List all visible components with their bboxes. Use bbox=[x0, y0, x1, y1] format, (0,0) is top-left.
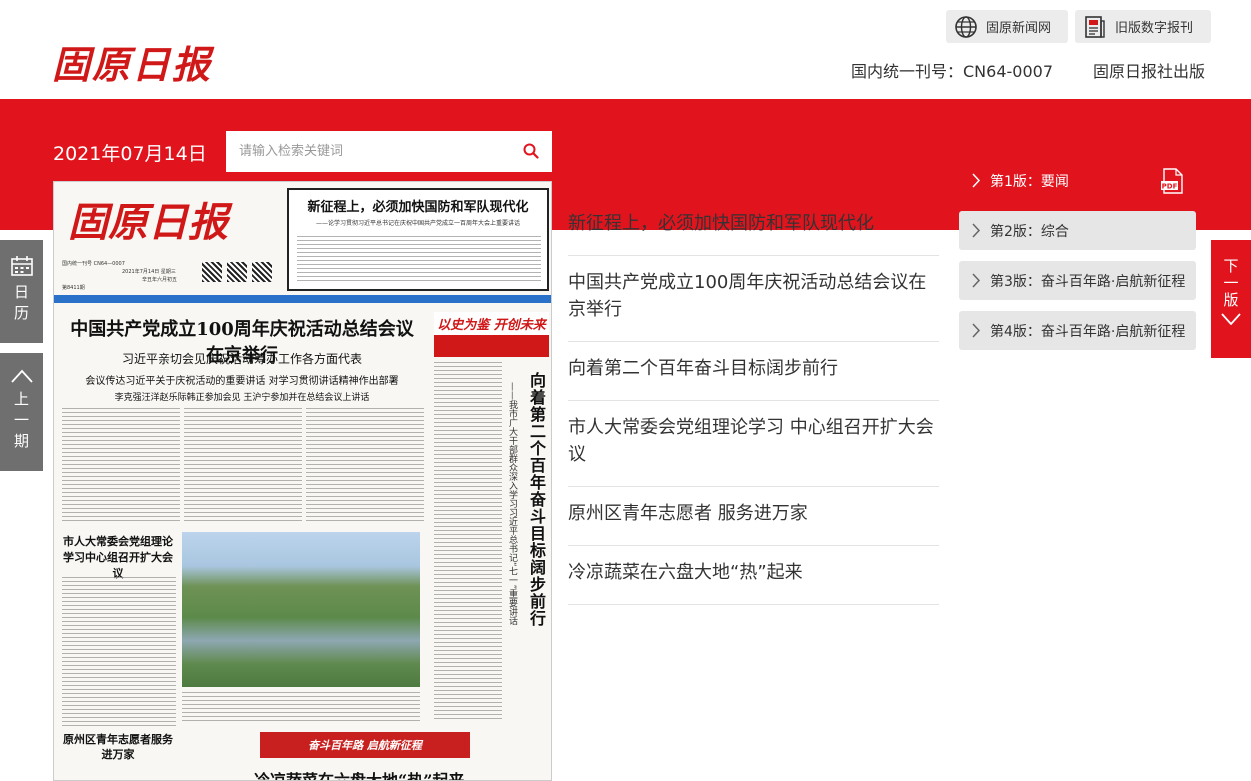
page-nav-item-1[interactable]: 第1版：要闻 PDF bbox=[959, 161, 1196, 200]
paper-text-block bbox=[62, 577, 176, 727]
paper-column-banner-bar bbox=[434, 335, 549, 357]
page: 固原日报 固原新闻网 旧版数字报刊 国内统一刊号：CN64-0007 固原日报社… bbox=[0, 0, 1251, 781]
qr-code-icon bbox=[227, 262, 247, 282]
article-link[interactable]: 原州区青年志愿者 服务进万家 bbox=[568, 487, 939, 546]
paper-bottom-headline: 冷凉蔬菜在六盘大地“热”起来 bbox=[254, 771, 465, 781]
chevron-right-icon bbox=[972, 273, 981, 288]
paper-subheadline-2: 会议传达习近平关于庆祝活动的重要讲话 对学习贯彻讲话精神作出部署 bbox=[85, 376, 399, 387]
calendar-tab[interactable]: 日历 bbox=[0, 240, 43, 343]
page-nav-item-2[interactable]: 第2版：综合 bbox=[959, 211, 1196, 250]
globe-icon bbox=[955, 15, 977, 38]
news-site-label: 固原新闻网 bbox=[986, 21, 1052, 36]
qr-code-icon bbox=[252, 262, 272, 282]
article-link[interactable]: 市人大常委会党组理论学习 中心组召开扩大会议 bbox=[568, 401, 939, 487]
publisher-text: 固原日报社出版 bbox=[1093, 62, 1206, 81]
paper-meta-issue: 第8411期 bbox=[62, 285, 85, 291]
next-page-label: 下一版 bbox=[1221, 258, 1240, 309]
site-logo[interactable]: 固原日报 bbox=[52, 34, 212, 89]
paper-editorial-subtitle: ——论学习贯彻习近平总书记在庆祝中国共产党成立一百周年大会上重要讲话 bbox=[315, 220, 520, 227]
paper-vertical-headline: 向着第二个百年奋斗目标阔步前行 bbox=[527, 372, 546, 627]
pdf-icon[interactable]: PDF bbox=[1160, 168, 1184, 194]
previous-issue-tab[interactable]: 上一期 bbox=[0, 353, 43, 471]
newspaper-page-image[interactable]: 固原日报 国内统一刊号 CN64—0007 2021年7月14日 星期三 辛丑年… bbox=[53, 181, 552, 781]
paper-text-block bbox=[182, 692, 420, 722]
header: 固原日报 固原新闻网 旧版数字报刊 国内统一刊号：CN64-0007 固原日报社… bbox=[0, 0, 1251, 99]
next-page-tab[interactable]: 下一版 bbox=[1211, 240, 1251, 358]
paper-column-banner-text: 以史为鉴 开创未来 bbox=[437, 318, 546, 333]
page-navigation: 第1版：要闻 PDF 第2版：综合 第3版：奋斗百年路·启航新征程 第4版：奋斗… bbox=[959, 161, 1196, 361]
page-nav-label: 第4版：奋斗百年路·启航新征程 bbox=[990, 323, 1186, 340]
chevron-down-icon bbox=[1221, 313, 1241, 325]
paper-subheadline-1: 习近平亲切会见庆祝活动筹办工作各方面代表 bbox=[121, 352, 362, 366]
edition-date[interactable]: 2021年07月14日 bbox=[53, 139, 207, 166]
old-edition-label: 旧版数字报刊 bbox=[1115, 21, 1194, 36]
search-input[interactable] bbox=[226, 131, 516, 172]
paper-left-headline: 市人大常委会党组理论学习中心组召开扩大会议 bbox=[63, 535, 173, 580]
paper-blue-bar bbox=[54, 295, 551, 303]
paper-text-block bbox=[184, 408, 302, 523]
old-edition-button[interactable]: 旧版数字报刊 bbox=[1075, 10, 1211, 43]
paper-subheadline-3: 李克强汪洋赵乐际韩正参加会见 王沪宁参加并在总结会议上讲话 bbox=[114, 393, 370, 403]
paper-masthead: 固原日报 bbox=[68, 199, 228, 246]
paper-bottom-banner: 奋斗百年路 启航新征程 bbox=[260, 732, 470, 758]
paper-editorial-box: 新征程上，必须加快国防和军队现代化 ——论学习贯彻习近平总书记在庆祝中国共产党成… bbox=[287, 188, 549, 291]
current-page-title: 第1版：要闻 bbox=[568, 165, 664, 185]
paper-editorial-title: 新征程上，必须加快国防和军队现代化 bbox=[307, 200, 529, 215]
article-list: 新征程上，必须加快国防和军队现代化 中国共产党成立100周年庆祝活动总结会议在京… bbox=[568, 197, 939, 605]
page-nav-item-3[interactable]: 第3版：奋斗百年路·启航新征程 bbox=[959, 261, 1196, 300]
search-icon[interactable] bbox=[523, 143, 539, 159]
page-nav-label: 第2版：综合 bbox=[990, 223, 1069, 240]
chevron-right-icon bbox=[972, 173, 981, 188]
paper-text-block bbox=[306, 408, 424, 523]
article-link[interactable]: 冷凉蔬菜在六盘大地“热”起来 bbox=[568, 546, 939, 605]
article-link[interactable]: 中国共产党成立100周年庆祝活动总结会议在京举行 bbox=[568, 256, 939, 342]
chevron-up-icon bbox=[10, 369, 33, 383]
paper-left-headline-2: 原州区青年志愿者服务进万家 bbox=[63, 733, 173, 761]
article-link[interactable]: 向着第二个百年奋斗目标阔步前行 bbox=[568, 342, 939, 401]
svg-text:PDF: PDF bbox=[1162, 183, 1178, 191]
previous-issue-label: 上一期 bbox=[12, 391, 30, 454]
qr-code-icon bbox=[202, 262, 222, 282]
paper-text-block bbox=[434, 362, 502, 722]
paper-vertical-subheadline: ——我市广大干部群众深入学习习近平总书记“七一”重要讲话 bbox=[507, 382, 517, 626]
chevron-right-icon bbox=[972, 223, 981, 238]
paper-column-banner: 以史为鉴 开创未来 bbox=[434, 312, 549, 357]
calendar-icon bbox=[10, 256, 33, 276]
page-nav-label: 第3版：奋斗百年路·启航新征程 bbox=[990, 273, 1186, 290]
page-nav-item-4[interactable]: 第4版：奋斗百年路·启航新征程 bbox=[959, 311, 1196, 350]
paper-text-block bbox=[297, 236, 541, 282]
news-site-button[interactable]: 固原新闻网 bbox=[946, 10, 1068, 43]
paper-photo bbox=[182, 532, 420, 687]
calendar-label: 日历 bbox=[12, 284, 30, 326]
newspaper-icon bbox=[1085, 15, 1105, 38]
article-link[interactable]: 新征程上，必须加快国防和军队现代化 bbox=[568, 197, 939, 256]
page-nav-label: 第1版：要闻 bbox=[990, 173, 1069, 190]
search-box bbox=[226, 131, 552, 172]
chevron-right-icon bbox=[972, 323, 981, 338]
paper-text-block bbox=[62, 408, 180, 523]
issn-text: 国内统一刊号：CN64-0007 bbox=[851, 62, 1053, 81]
